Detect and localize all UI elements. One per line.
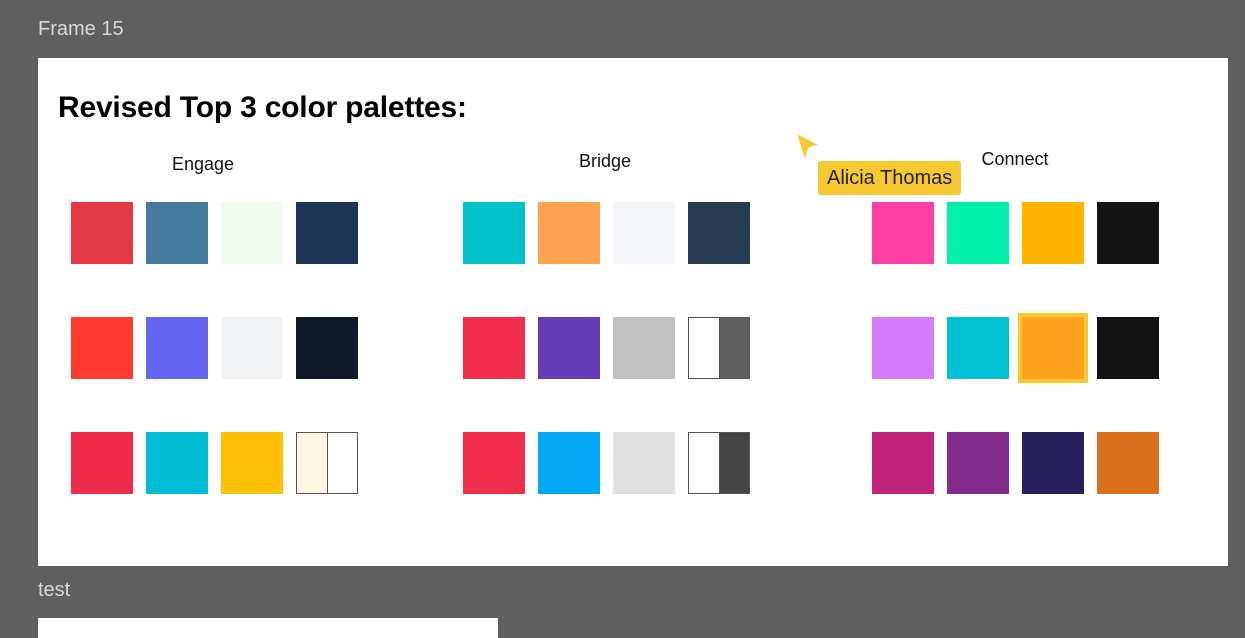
color-swatch-connect-3-2[interactable]	[947, 432, 1009, 494]
color-swatch-bridge-3-3[interactable]	[613, 432, 675, 494]
palette-title-bridge: Bridge	[578, 151, 632, 171]
color-swatch-bridge-3-4[interactable]	[688, 432, 750, 494]
color-swatch-bridge-2-1[interactable]	[463, 317, 525, 379]
color-swatch-bridge-2-3[interactable]	[613, 317, 675, 379]
page-title: Revised Top 3 color palettes:	[58, 91, 467, 124]
color-swatch-connect-3-1[interactable]	[872, 432, 934, 494]
palette-title-engage: Engage	[171, 154, 235, 174]
swatch-half-2	[719, 318, 749, 378]
color-swatch-connect-3-4[interactable]	[1097, 432, 1159, 494]
swatch-half-1	[297, 433, 328, 493]
color-swatch-bridge-3-1[interactable]	[463, 432, 525, 494]
color-swatch-connect-1-2[interactable]	[947, 202, 1009, 264]
frame-15[interactable]: Revised Top 3 color palettes: Engage Bri…	[38, 58, 1228, 566]
frame-15-label[interactable]: Frame 15	[38, 18, 124, 41]
swatch-half-1	[689, 433, 720, 493]
color-swatch-connect-1-3[interactable]	[1022, 202, 1084, 264]
color-swatch-engage-3-1[interactable]	[71, 432, 133, 494]
swatch-half-1	[689, 318, 720, 378]
color-swatch-bridge-1-2[interactable]	[538, 202, 600, 264]
color-swatch-bridge-3-2[interactable]	[538, 432, 600, 494]
color-swatch-engage-2-2[interactable]	[146, 317, 208, 379]
color-swatch-engage-3-2[interactable]	[146, 432, 208, 494]
color-swatch-bridge-1-1[interactable]	[463, 202, 525, 264]
color-swatch-engage-2-4[interactable]	[296, 317, 358, 379]
color-swatch-connect-2-2[interactable]	[947, 317, 1009, 379]
color-swatch-engage-2-1[interactable]	[71, 317, 133, 379]
color-swatch-engage-1-4[interactable]	[296, 202, 358, 264]
collaborator-cursor-icon	[795, 132, 821, 162]
color-swatch-connect-2-4[interactable]	[1097, 317, 1159, 379]
swatch-half-2	[327, 433, 357, 493]
test-frame-label[interactable]: test	[38, 579, 70, 602]
color-swatch-engage-3-3[interactable]	[221, 432, 283, 494]
color-swatch-bridge-1-3[interactable]	[613, 202, 675, 264]
collaborator-name-badge: Alicia Thomas	[818, 161, 962, 195]
color-swatch-engage-3-4[interactable]	[296, 432, 358, 494]
color-swatch-bridge-2-4[interactable]	[688, 317, 750, 379]
color-swatch-engage-2-3[interactable]	[221, 317, 283, 379]
color-swatch-connect-1-1[interactable]	[872, 202, 934, 264]
color-swatch-engage-1-3[interactable]	[221, 202, 283, 264]
color-swatch-connect-3-3[interactable]	[1022, 432, 1084, 494]
swatch-half-2	[719, 433, 749, 493]
test-frame[interactable]	[38, 618, 498, 638]
color-swatch-connect-1-4[interactable]	[1097, 202, 1159, 264]
color-swatch-engage-1-2[interactable]	[146, 202, 208, 264]
color-swatch-connect-2-1[interactable]	[872, 317, 934, 379]
color-swatch-connect-2-3[interactable]	[1018, 313, 1088, 383]
color-swatch-engage-1-1[interactable]	[71, 202, 133, 264]
color-swatch-bridge-1-4[interactable]	[688, 202, 750, 264]
color-swatch-bridge-2-2[interactable]	[538, 317, 600, 379]
